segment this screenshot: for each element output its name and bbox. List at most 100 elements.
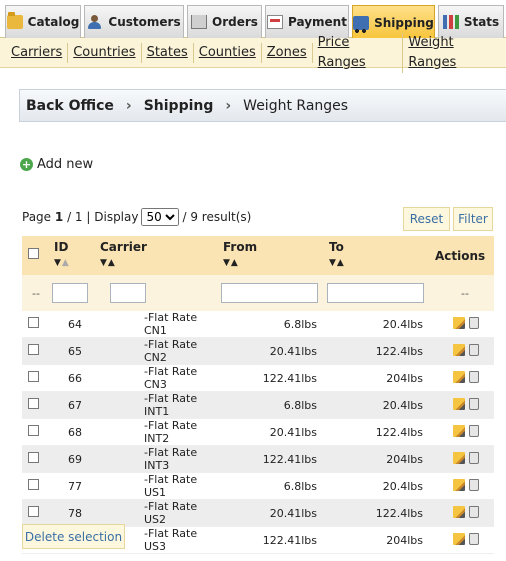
row-checkbox[interactable] [28,317,39,328]
submenu-price-ranges[interactable]: Price Ranges [313,32,404,73]
select-all-header [22,236,48,275]
chevron-right-icon: › [125,97,132,114]
edit-icon[interactable] [453,343,465,356]
tab-customers[interactable]: Customers [84,5,184,38]
filter-placeholder: -- [22,275,48,311]
column-id-label: ID [54,240,69,254]
sort-arrows-icon[interactable]: ▼▲ [54,258,88,268]
row-id: 68 [48,418,94,446]
to-filter-input[interactable] [327,283,424,303]
breadcrumb-current: Weight Ranges [243,97,349,114]
edit-icon[interactable] [453,370,465,383]
row-to: 204lbs [323,364,429,392]
row-from: 122.41lbs [217,445,323,473]
row-checkbox[interactable] [28,371,39,382]
row-id: 65 [48,337,94,365]
tab-catalog[interactable]: Catalog [5,5,81,38]
submenu-countries[interactable]: Countries [68,42,142,63]
stats-icon [442,15,459,29]
row-from: 20.41lbs [217,337,323,365]
row-from: 6.8lbs [217,472,323,500]
row-id: 78 [48,499,94,527]
edit-icon[interactable] [453,424,465,437]
breadcrumb-section[interactable]: Shipping [144,98,214,114]
edit-icon[interactable] [453,451,465,464]
table-row[interactable]: 78 -Flat Rate US2 20.41lbs 122.4lbs [22,499,494,527]
trash-icon[interactable] [469,451,479,464]
edit-icon[interactable] [453,478,465,491]
row-carrier: -Flat Rate INT3 [94,445,217,473]
sort-arrows-icon[interactable]: ▼▲ [100,258,211,268]
reset-button[interactable]: Reset [403,207,450,231]
row-actions [429,364,494,392]
id-filter-input[interactable] [52,283,88,303]
row-id: 67 [48,391,94,419]
submenu-carriers[interactable]: Carriers [6,42,69,63]
trash-icon[interactable] [469,424,479,437]
tab-label: Payment [288,15,347,29]
breadcrumb-root[interactable]: Back Office [26,98,114,114]
truck-icon [353,15,370,33]
tab-label: Stats [463,15,500,29]
row-actions [429,472,494,500]
submenu-counties[interactable]: Counties [194,42,262,63]
edit-icon[interactable] [453,505,465,518]
table-row[interactable]: 69 -Flat Rate INT3 122.41lbs 204lbs [22,445,494,473]
submenu-states[interactable]: States [142,42,194,63]
row-to: 20.4lbs [323,311,429,338]
row-checkbox[interactable] [28,398,39,409]
current-page: 1 [54,210,64,224]
select-all-checkbox[interactable] [28,248,39,259]
per-page-select[interactable]: 50 [141,208,180,226]
row-actions [429,391,494,419]
row-carrier: -Flat Rate US2 [94,499,217,527]
trash-icon[interactable] [469,343,479,356]
table-row[interactable]: 77 -Flat Rate US1 6.8lbs 20.4lbs [22,472,494,500]
row-to: 122.4lbs [323,499,429,527]
table-row[interactable]: 67 -Flat Rate INT1 6.8lbs 20.4lbs [22,391,494,419]
trash-icon[interactable] [469,532,479,545]
carrier-filter-input[interactable] [110,283,146,303]
table-header-row: ID ▼▲ Carrier ▼▲ From ▼▲ To ▼▲ Actions [22,236,494,275]
trash-icon[interactable] [469,316,479,329]
row-id: 77 [48,472,94,500]
filter-button[interactable]: Filter [453,207,493,231]
row-id: 69 [48,445,94,473]
edit-icon[interactable] [453,532,465,545]
delete-selection-button[interactable]: Delete selection [22,524,125,549]
add-new-label: Add new [37,157,94,172]
breadcrumb: Back Office › Shipping › Weight Ranges [19,89,506,122]
tab-orders[interactable]: Orders [187,5,262,38]
cart-icon [191,15,208,29]
trash-icon[interactable] [469,397,479,410]
column-carrier-label: Carrier [100,240,147,254]
table-row[interactable]: 65 -Flat Rate CN2 20.41lbs 122.4lbs [22,337,494,365]
table-row[interactable]: 66 -Flat Rate CN3 122.41lbs 204lbs [22,364,494,392]
submenu-zones[interactable]: Zones [262,42,313,63]
row-checkbox[interactable] [28,425,39,436]
weight-ranges-table: ID ▼▲ Carrier ▼▲ From ▼▲ To ▼▲ Actions -… [22,236,494,554]
result-count: / 9 result(s) [182,210,252,224]
trash-icon[interactable] [469,505,479,518]
trash-icon[interactable] [469,478,479,491]
page-total: / 1 | Display [67,210,139,224]
edit-icon[interactable] [453,397,465,410]
row-actions [429,445,494,473]
edit-icon[interactable] [453,316,465,329]
add-new-link[interactable]: + Add new [20,157,93,172]
sort-arrows-icon[interactable]: ▼▲ [329,258,423,268]
row-checkbox[interactable] [28,479,39,490]
sort-arrows-icon[interactable]: ▼▲ [223,258,317,268]
trash-icon[interactable] [469,370,479,383]
column-actions: Actions [429,236,494,275]
row-checkbox[interactable] [28,344,39,355]
table-row[interactable]: 68 -Flat Rate INT2 20.41lbs 122.4lbs [22,418,494,446]
tab-label: Orders [212,15,258,29]
row-checkbox[interactable] [28,506,39,517]
from-filter-input[interactable] [221,283,318,303]
table-row[interactable]: 64 -Flat Rate CN1 6.8lbs 20.4lbs [22,311,494,338]
row-to: 20.4lbs [323,472,429,500]
chevron-right-icon: › [225,97,232,114]
submenu-weight-ranges[interactable]: Weight Ranges [403,33,506,73]
row-checkbox[interactable] [28,452,39,463]
